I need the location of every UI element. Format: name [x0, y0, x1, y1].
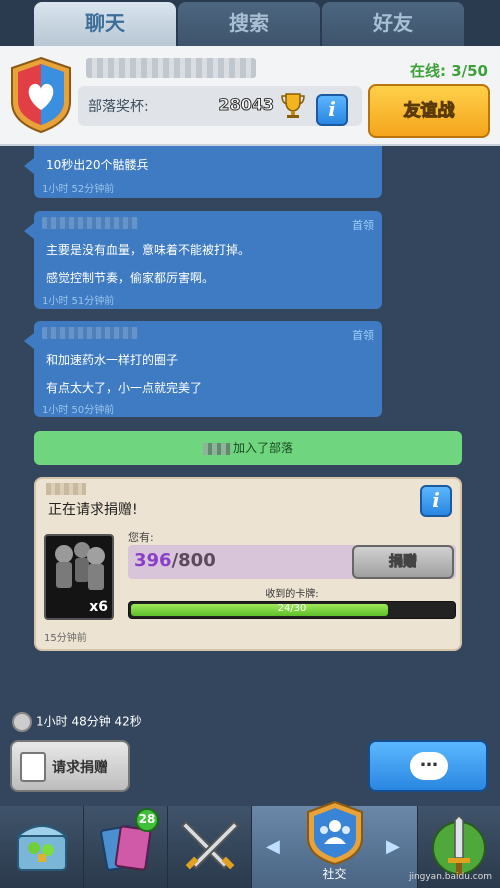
received-progress-text: 24/30	[277, 603, 307, 614]
clan-info-button[interactable]: i	[316, 94, 348, 126]
chat-button[interactable]: …	[368, 740, 488, 792]
nav-social-label: 社交	[322, 867, 347, 881]
request-timer: 1小时 48分钟 42秒	[12, 712, 142, 732]
tab-bar: 聊天 搜索 好友	[0, 0, 500, 46]
trophy-label: 部落奖杯:	[88, 99, 149, 115]
sender-name-blurred	[42, 327, 138, 339]
donation-request-card: 正在请求捐赠! i x6 您有: 396/800 捐赠 收到的卡牌: 24/30…	[34, 477, 462, 651]
crossed-swords-icon	[180, 820, 240, 870]
received-progress-bar: 24/30	[128, 601, 456, 619]
message-text: 有点太大了，小一点就完美了	[46, 381, 203, 395]
tab-friends[interactable]: 好友	[322, 2, 464, 46]
cards-badge: 28	[138, 812, 156, 826]
nav-cards[interactable]: 28	[84, 806, 168, 888]
clock-icon	[12, 712, 32, 732]
treasure-chest-icon	[15, 825, 69, 871]
system-message-text: 加入了部落	[232, 441, 293, 455]
requester-name-blurred	[46, 483, 86, 495]
trophy-icon	[281, 93, 305, 118]
message-time: 1小时 50分钟前	[42, 405, 115, 416]
clan-header: 在线: 3/50 部落奖杯: 28043 i 友谊战	[0, 46, 500, 146]
owned-count: 396	[134, 550, 172, 571]
nav-shop[interactable]	[0, 806, 84, 888]
nav-left-arrow-icon[interactable]: ◀	[266, 836, 280, 857]
message-time: 1小时 52分钟前	[42, 184, 115, 195]
card-icon	[20, 752, 46, 782]
nav-battle[interactable]	[168, 806, 252, 888]
request-donation-label: 请求捐赠	[52, 760, 108, 776]
chat-bubble-icon: …	[410, 752, 448, 780]
tab-search[interactable]: 搜索	[178, 2, 320, 46]
system-message: 加入了部落	[34, 431, 462, 465]
message-text: 10秒出20个骷髅兵	[46, 158, 149, 172]
guards-icon	[55, 542, 105, 590]
max-count: /800	[171, 550, 216, 571]
clan-name-blurred	[86, 58, 256, 78]
online-count: 在线: 3/50	[409, 62, 488, 80]
chat-message: 首领 主要是没有血量，意味着不能被打掉。 感觉控制节奏，偷家都厉害啊。 1小时 …	[24, 211, 382, 309]
donation-info-button[interactable]: i	[420, 485, 452, 517]
member-name-blurred	[202, 442, 231, 455]
nav-social[interactable]: ◀ ▶ 社交	[252, 800, 418, 888]
trophy-value: 28043	[218, 95, 275, 115]
message-text: 主要是没有血量，意味着不能被打掉。	[46, 243, 251, 257]
sender-role: 首领	[352, 219, 374, 232]
social-shield-icon	[307, 800, 363, 866]
friendly-battle-button[interactable]: 友谊战	[368, 84, 490, 138]
you-have-label: 您有:	[128, 531, 154, 544]
watermark: jingyan.baidu.com	[408, 872, 492, 882]
message-time: 1小时 51分钟前	[42, 296, 115, 307]
sender-role: 首领	[352, 329, 374, 342]
donate-button[interactable]: 捐赠	[352, 545, 454, 579]
sender-name-blurred	[42, 217, 138, 229]
chat-message: 首领 和加速药水一样打的圈子 有点太大了，小一点就完美了 1小时 50分钟前	[24, 321, 382, 417]
message-text: 和加速药水一样打的圈子	[46, 353, 179, 367]
received-label: 收到的卡牌:	[265, 589, 319, 600]
donation-title: 正在请求捐赠!	[48, 502, 138, 518]
request-donation-button[interactable]: 请求捐赠	[10, 740, 130, 792]
clan-badge-icon[interactable]	[8, 56, 74, 134]
chat-message: 10秒出20个骷髅兵 1小时 52分钟前	[24, 146, 382, 198]
card-icon: x6	[44, 534, 114, 620]
donation-time: 15分钟前	[44, 633, 87, 644]
request-timer-text: 1小时 48分钟 42秒	[36, 714, 142, 729]
nav-right-arrow-icon[interactable]: ▶	[386, 836, 400, 857]
message-text: 感觉控制节奏，偷家都厉害啊。	[46, 271, 215, 285]
tab-chat[interactable]: 聊天	[34, 2, 176, 46]
card-count: x6	[89, 599, 108, 615]
